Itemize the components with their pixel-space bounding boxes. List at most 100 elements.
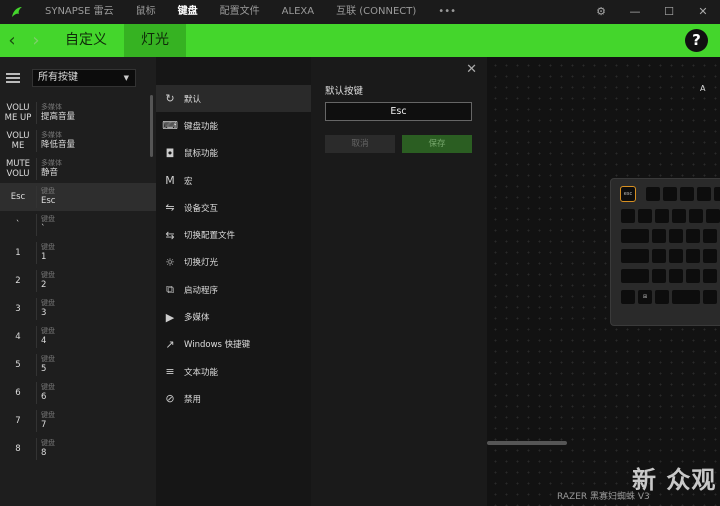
key-list-item[interactable]: 3 键盘 3 (0, 295, 156, 323)
keyboard-key[interactable] (672, 209, 686, 223)
keyboard-key[interactable] (703, 229, 717, 243)
key-list-item[interactable]: 8 键盘 8 (0, 435, 156, 463)
key-category: 键盘 (41, 383, 55, 391)
keyboard-key[interactable] (655, 209, 669, 223)
key-assignment: 键盘 7 (36, 410, 55, 432)
minimize-button[interactable]: — (618, 0, 652, 24)
key-list-item[interactable]: Esc 键盘 Esc (0, 183, 156, 211)
key-list-item[interactable]: 5 键盘 5 (0, 351, 156, 379)
close-icon[interactable]: ✕ (466, 62, 477, 77)
keyboard-image[interactable]: esc ⊞ (610, 178, 720, 326)
keyboard-key[interactable] (703, 269, 717, 283)
close-button[interactable]: ✕ (686, 0, 720, 24)
keyboard-key[interactable] (669, 249, 683, 263)
key-list-item[interactable]: 2 键盘 2 (0, 267, 156, 295)
key-list-item[interactable]: MUTE VOLU 多媒体 静音 (0, 155, 156, 183)
key-assignment: 键盘 6 (36, 382, 55, 404)
key-list-scrollbar[interactable] (150, 95, 153, 157)
keyboard-key[interactable] (672, 290, 700, 304)
forward-arrow-icon[interactable]: › (24, 24, 48, 57)
top-nav-tab[interactable]: 键盘 (167, 0, 209, 24)
keyboard-key[interactable] (621, 290, 635, 304)
keyboard-key[interactable] (646, 187, 660, 201)
function-menu-item[interactable]: M宏 (156, 167, 311, 194)
top-nav-tab[interactable]: ••• (427, 0, 467, 24)
key-category: 键盘 (41, 299, 55, 307)
top-nav-tab[interactable]: ALEXA (271, 0, 325, 24)
menu-icon[interactable] (6, 73, 20, 83)
key-list-item[interactable]: 1 键盘 1 (0, 239, 156, 267)
disable-icon: ⊘ (165, 392, 175, 406)
function-label: 宏 (184, 176, 193, 187)
key-name: 7 (15, 416, 21, 426)
keyboard-key[interactable] (697, 187, 711, 201)
keyboard-key[interactable] (680, 187, 694, 201)
key-list-item[interactable]: VOLU ME UP 多媒体 提高音量 (0, 99, 156, 127)
function-menu-item[interactable]: ◘ 鼠标功能 (156, 140, 311, 167)
keyboard-key[interactable] (621, 229, 649, 243)
razer-logo-icon (0, 0, 34, 24)
cancel-button[interactable]: 取消 (325, 135, 395, 153)
keyboard-key[interactable] (714, 187, 720, 201)
key-name: VOLU ME UP (4, 103, 32, 123)
keyboard-key[interactable] (669, 269, 683, 283)
function-label: 默认 (184, 94, 202, 105)
keyboard-key[interactable] (621, 209, 635, 223)
keyboard-key[interactable] (686, 249, 700, 263)
tab-customize[interactable]: 自定义 (48, 24, 124, 57)
keyboard-key[interactable] (663, 187, 677, 201)
key-list-item[interactable]: 6 键盘 6 (0, 379, 156, 407)
function-menu-item[interactable]: ⇆ 切换配置文件 (156, 221, 311, 248)
function-menu-item[interactable]: ⇋ 设备交互 (156, 194, 311, 221)
reset-icon: ↻ (165, 92, 175, 106)
function-label: 文本功能 (184, 367, 219, 378)
function-menu-item[interactable]: ☼ 切换灯光 (156, 249, 311, 276)
top-nav-tab[interactable]: 鼠标 (125, 0, 167, 24)
keyboard-key[interactable] (655, 290, 669, 304)
windows-key-icon[interactable]: ⊞ (638, 290, 652, 304)
keyboard-key[interactable] (703, 249, 717, 263)
key-list-item[interactable]: ` 键盘 ` (0, 211, 156, 239)
top-nav-tab[interactable]: 互联 (CONNECT) (325, 0, 427, 24)
function-menu-item[interactable]: ↻ 默认 (156, 85, 311, 113)
esc-key[interactable]: esc (620, 186, 636, 202)
keyboard-key[interactable] (703, 290, 717, 304)
function-menu-item[interactable]: ⌨ 键盘功能 (156, 112, 311, 139)
keyboard-key[interactable] (689, 209, 703, 223)
key-filter-dropdown[interactable]: 所有按键 ▼ (32, 69, 136, 87)
keyboard-key[interactable] (652, 229, 666, 243)
keyboard-key[interactable] (686, 229, 700, 243)
top-nav-tab[interactable]: 配置文件 (209, 0, 271, 24)
keyboard-key[interactable] (652, 269, 666, 283)
keyboard-key[interactable] (686, 269, 700, 283)
key-value-field[interactable]: Esc (325, 102, 472, 121)
function-menu-item[interactable]: ≡ 文本功能 (156, 358, 311, 385)
function-menu-item[interactable]: ▶ 多媒体 (156, 303, 311, 330)
keyboard-key[interactable] (621, 269, 649, 283)
key-name: 2 (15, 276, 21, 286)
key-name: 4 (15, 332, 21, 342)
keyboard-key[interactable] (638, 209, 652, 223)
key-value: 静音 (41, 168, 59, 178)
maximize-button[interactable]: ☐ (652, 0, 686, 24)
key-name: VOLU ME (6, 131, 30, 151)
preview-scrollbar[interactable] (487, 441, 567, 445)
settings-icon[interactable]: ⚙ (584, 0, 618, 24)
tab-lighting[interactable]: 灯光 (124, 24, 186, 57)
help-button[interactable]: ? (685, 29, 708, 52)
keyboard-key[interactable] (669, 229, 683, 243)
key-name: ` (15, 220, 21, 230)
keyboard-key[interactable] (706, 209, 720, 223)
key-list-item[interactable]: 7 键盘 7 (0, 407, 156, 435)
keyboard-key[interactable] (652, 249, 666, 263)
back-arrow-icon[interactable]: ‹ (0, 24, 24, 57)
key-list-item[interactable]: 4 键盘 4 (0, 323, 156, 351)
save-button[interactable]: 保存 (402, 135, 472, 153)
top-nav-tab[interactable]: SYNAPSE 雷云 (34, 0, 125, 24)
function-menu-item[interactable]: ⧉ 启动程序 (156, 276, 311, 303)
keyboard-key[interactable] (621, 249, 649, 263)
key-category: 多媒体 (41, 131, 62, 139)
function-menu-item[interactable]: ⊘ 禁用 (156, 385, 311, 412)
function-menu-item[interactable]: ↗ Windows 快捷键 (156, 331, 311, 358)
key-list-item[interactable]: VOLU ME 多媒体 降低音量 (0, 127, 156, 155)
